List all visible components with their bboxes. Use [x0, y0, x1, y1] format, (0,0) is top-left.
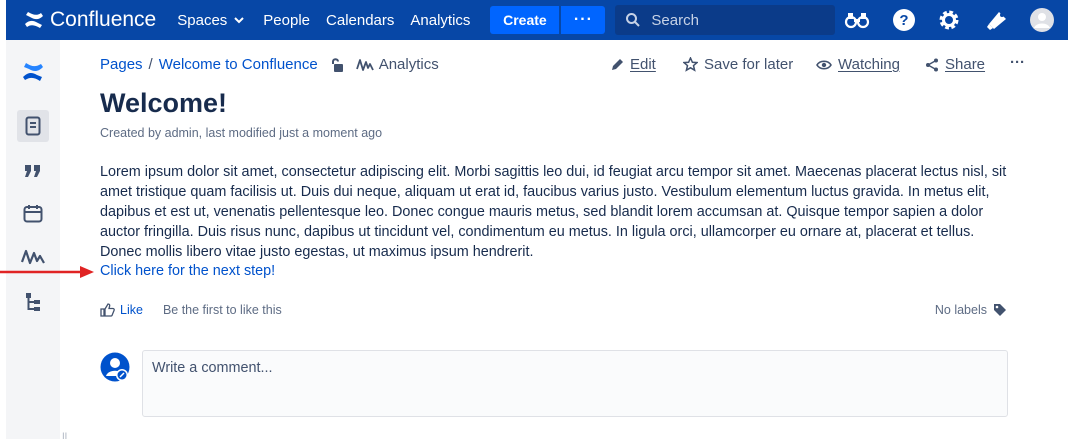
chevron-down-icon	[234, 17, 245, 24]
search-icon	[626, 13, 641, 27]
share-button[interactable]: Share	[925, 56, 985, 73]
share-icon	[926, 58, 938, 71]
tag-icon	[994, 304, 1006, 316]
star-icon	[683, 57, 698, 72]
user-avatar-icon[interactable]	[1029, 7, 1055, 33]
eye-icon	[816, 59, 832, 70]
nav-spaces-label: Spaces	[177, 11, 228, 29]
page-body-text: Lorem ipsum dolor sit amet, consectetur …	[100, 164, 1007, 260]
space-sidebar	[6, 40, 60, 439]
edit-label: Edit	[630, 56, 656, 73]
more-actions-button[interactable]: ···	[1010, 54, 1025, 71]
comment-input[interactable]: Write a comment...	[142, 350, 1008, 417]
save-for-later-label: Save for later	[704, 56, 794, 73]
analytics-icon	[355, 58, 374, 71]
binoculars-icon[interactable]	[844, 7, 870, 33]
calendar-icon[interactable]	[17, 198, 49, 230]
create-button[interactable]: Create	[490, 6, 560, 34]
create-more-button[interactable]: ···	[561, 6, 606, 34]
nav-spaces[interactable]: Spaces	[177, 12, 246, 29]
nav-calendars[interactable]: Calendars	[326, 12, 394, 29]
confluence-logo[interactable]: Confluence	[24, 8, 156, 32]
breadcrumb-analytics-label: Analytics	[378, 56, 439, 73]
search-placeholder: Search	[651, 11, 699, 29]
search-input[interactable]: Search	[615, 5, 836, 35]
share-label: Share	[945, 56, 986, 73]
nav-people[interactable]: People	[263, 12, 310, 29]
blog-quote-icon[interactable]	[17, 155, 49, 187]
watching-button[interactable]: Watching	[816, 56, 900, 73]
breadcrumb-page-link[interactable]: Welcome to Confluence	[159, 56, 318, 73]
annotation-arrow	[0, 266, 94, 278]
confluence-logo-icon	[25, 12, 43, 28]
breadcrumb: Pages / Welcome to Confluence Analytics	[100, 56, 439, 73]
help-icon[interactable]: ?	[891, 7, 917, 33]
edit-button[interactable]: Edit	[611, 56, 656, 73]
page-tree-icon[interactable]	[17, 286, 49, 318]
page-metadata: Created by admin, last modified just a m…	[100, 126, 383, 140]
pencil-icon	[612, 59, 623, 70]
pages-icon[interactable]	[17, 110, 49, 142]
resize-handle[interactable]: ||	[62, 432, 67, 439]
top-navigation-bar: Confluence Spaces People Calendars Analy…	[6, 0, 1068, 40]
page-title: Welcome!	[100, 88, 228, 118]
breadcrumb-separator: /	[148, 56, 153, 73]
like-status-text: Be the first to like this	[162, 303, 282, 317]
notifications-megaphone-icon[interactable]	[984, 7, 1010, 33]
svg-text:?: ?	[899, 12, 908, 29]
labels-text: No labels	[934, 303, 987, 317]
breadcrumb-pages-link[interactable]: Pages	[100, 56, 143, 73]
like-button[interactable]: Like	[100, 303, 143, 317]
like-label: Like	[120, 303, 143, 317]
nav-analytics[interactable]: Analytics	[410, 12, 470, 29]
labels-section[interactable]: No labels	[935, 303, 1007, 317]
next-step-link[interactable]: Click here for the next step!	[100, 263, 275, 279]
like-row: Like Be the first to like this	[100, 303, 282, 317]
thumbs-up-icon	[100, 303, 115, 317]
comment-placeholder: Write a comment...	[152, 360, 273, 376]
brand-name: Confluence	[50, 8, 157, 31]
settings-gear-icon[interactable]	[936, 7, 962, 33]
space-logo-icon[interactable]	[17, 56, 49, 88]
breadcrumb-analytics[interactable]: Analytics	[355, 56, 439, 73]
watching-label: Watching	[838, 56, 900, 73]
save-for-later-button[interactable]: Save for later	[683, 56, 793, 73]
unlock-icon[interactable]	[330, 57, 344, 73]
user-avatar-icon	[100, 352, 130, 382]
